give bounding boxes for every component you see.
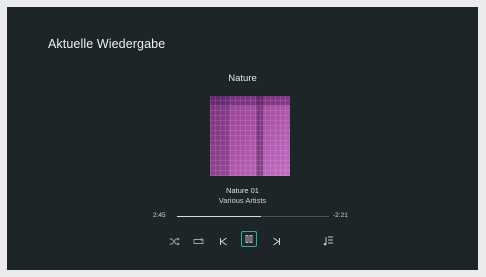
progress-fill bbox=[177, 216, 261, 217]
pause-icon bbox=[245, 235, 253, 243]
repeat-icon bbox=[193, 237, 203, 244]
previous-button[interactable] bbox=[216, 234, 230, 248]
shuffle-icon bbox=[169, 236, 180, 246]
remaining-time: -2:21 bbox=[333, 212, 348, 219]
track-title: Nature 01 bbox=[226, 186, 259, 195]
queue-icon bbox=[323, 236, 333, 246]
shuffle-button[interactable] bbox=[167, 234, 181, 248]
track-artist: Various Artists bbox=[218, 196, 267, 205]
repeat-button[interactable] bbox=[191, 234, 205, 248]
next-button[interactable] bbox=[269, 234, 283, 248]
pause-button[interactable] bbox=[241, 231, 257, 247]
album-title: Nature bbox=[228, 73, 257, 84]
now-playing-screen: Aktuelle Wiedergabe Nature Nature 01 Var… bbox=[7, 7, 478, 270]
page-title: Aktuelle Wiedergabe bbox=[48, 37, 166, 51]
queue-button[interactable] bbox=[321, 234, 335, 248]
skip-previous-icon bbox=[219, 237, 227, 245]
skip-next-icon bbox=[272, 237, 280, 245]
album-art bbox=[210, 96, 290, 176]
playback-controls bbox=[7, 231, 478, 250]
progress-bar[interactable] bbox=[177, 216, 329, 217]
elapsed-time: 2:45 bbox=[153, 212, 166, 219]
